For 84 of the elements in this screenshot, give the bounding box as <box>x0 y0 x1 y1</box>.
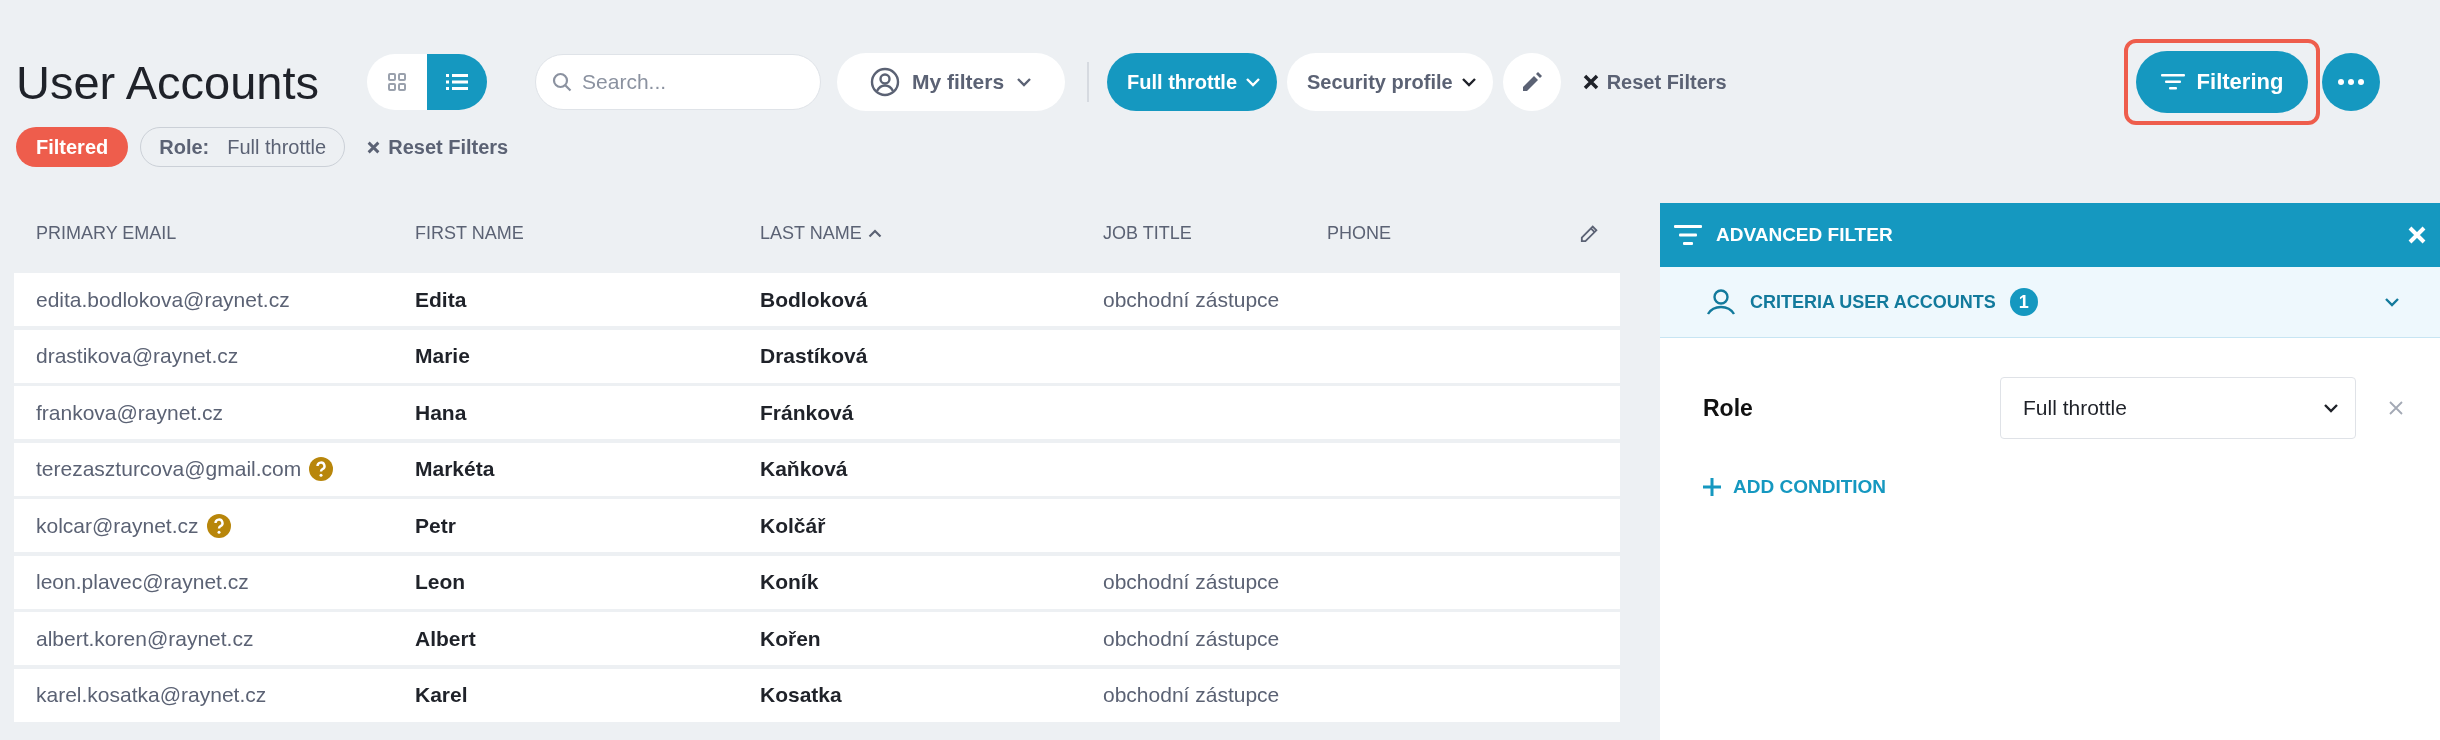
email-text: edita.bodlokova@raynet.cz <box>36 287 290 312</box>
column-header[interactable]: PRIMARY EMAIL <box>14 222 393 244</box>
last-name-text: Kolčář <box>760 513 826 538</box>
more-button[interactable] <box>2322 53 2380 111</box>
job-title-text: obchodní zástupce <box>1103 287 1280 312</box>
last-name-text: Bodloková <box>760 287 868 312</box>
table-row[interactable]: kolcar@raynet.cz Petr Kolčář <box>14 499 1620 552</box>
first-name-text: Edita <box>415 287 467 312</box>
filtered-badge: Filtered <box>16 127 129 167</box>
table-row[interactable]: frankova@raynet.cz Hana Fránková <box>14 386 1620 439</box>
email-text: drastikova@raynet.cz <box>36 344 239 368</box>
more-icon <box>2338 79 2364 85</box>
first-name-text: Hana <box>415 400 467 425</box>
first-name-text: Petr <box>415 513 456 538</box>
caret-icon <box>1245 77 1261 87</box>
caret-icon <box>2323 403 2339 413</box>
table-row[interactable]: terezaszturcova@gmail.com Markéta Kaňková <box>14 442 1620 496</box>
plus-icon <box>1703 478 1721 496</box>
pencil-icon <box>1520 71 1543 93</box>
filtering-button[interactable]: Filtering <box>2136 51 2308 113</box>
table-row[interactable]: leon.plavec@raynet.cz Leon Koník obchodní zástupce <box>14 555 1620 609</box>
filter-icon <box>1674 224 1702 246</box>
email-text: karel.kosatka@raynet.cz <box>36 683 267 707</box>
search-icon <box>552 72 573 92</box>
close-icon[interactable] <box>2408 226 2426 244</box>
job-title-text: obchodní zástupce <box>1103 626 1280 651</box>
criteria-label: CRITERIA USER ACCOUNTS <box>1750 291 1996 313</box>
search-input[interactable]: Search... <box>580 69 805 95</box>
user-icon <box>1706 288 1736 316</box>
reset-filters-link[interactable]: Reset Filters <box>367 135 509 159</box>
sort-up-icon <box>867 228 882 238</box>
job-title-text: obchodní zástupce <box>1103 683 1280 707</box>
last-name-text: Kaňková <box>760 457 848 481</box>
count-badge: 1 <box>2009 288 2038 316</box>
table-row[interactable]: drastikova@raynet.cz Marie Drastíková <box>14 329 1620 383</box>
close-icon <box>367 140 381 154</box>
remove-icon[interactable] <box>2388 400 2404 416</box>
table-row[interactable]: edita.bodlokova@raynet.cz Edita Bodloková obchodní zástupce <box>14 273 1620 326</box>
email-text: frankova@raynet.cz <box>36 400 224 425</box>
view-toggle-button[interactable] <box>427 54 488 110</box>
panel-title: ADVANCED FILTER <box>1716 224 1894 246</box>
table-row[interactable]: karel.kosatka@raynet.cz Karel Kosatka obchodní zástupce <box>14 668 1620 722</box>
first-name-text: Marie <box>415 344 470 368</box>
email-text: kolcar@raynet.cz <box>36 513 199 538</box>
job-title-text: obchodní zástupce <box>1103 570 1280 594</box>
filter-chip[interactable]: Full throttle <box>1107 53 1277 111</box>
search-bar[interactable]: Search... <box>535 54 822 110</box>
page-title: User Accounts <box>16 54 320 110</box>
caret-icon <box>2384 297 2400 307</box>
condition-dropdown[interactable]: Full throttle <box>2000 377 2356 439</box>
condition-field: Role <box>1703 394 2000 422</box>
column-header[interactable]: LAST NAME <box>738 222 1081 244</box>
email-text: albert.koren@raynet.cz <box>36 626 254 651</box>
first-name-text: Karel <box>415 683 468 707</box>
filter-icon <box>2160 73 2185 91</box>
grid-icon <box>387 72 408 92</box>
view-toggle-button[interactable] <box>367 54 428 110</box>
caret-icon <box>1460 77 1477 87</box>
criteria-section[interactable]: CRITERIA USER ACCOUNTS 1 <box>1660 267 2440 338</box>
column-header[interactable]: PHONE <box>1305 222 1560 244</box>
my-filters-button[interactable]: My filters <box>837 53 1066 111</box>
first-name-text: Leon <box>415 570 466 594</box>
close-icon <box>1582 74 1599 90</box>
reset-filters-link[interactable]: Reset Filters <box>1582 70 1727 94</box>
last-name-text: Kořen <box>760 626 821 651</box>
last-name-text: Fránková <box>760 400 854 425</box>
filter-value: Full throttle <box>227 135 327 159</box>
column-header[interactable]: FIRST NAME <box>393 222 738 244</box>
filter-label: Role: <box>159 135 210 159</box>
last-name-text: Drastíková <box>760 344 868 368</box>
column-header[interactable]: JOB TITLE <box>1081 222 1305 244</box>
add-condition-button[interactable]: ADD CONDITION <box>1703 476 1887 498</box>
email-text: leon.plavec@raynet.cz <box>36 570 249 594</box>
filter-chip[interactable]: Security profile <box>1287 53 1493 111</box>
first-name-text: Markéta <box>415 457 495 481</box>
email-text: terezaszturcova@gmail.com <box>36 457 302 481</box>
first-name-text: Albert <box>415 626 476 651</box>
last-name-text: Kosatka <box>760 683 842 707</box>
table-row[interactable]: albert.koren@raynet.cz Albert Kořen obchodní zástupce <box>14 612 1620 665</box>
user-icon <box>869 67 900 97</box>
caret-icon <box>1016 77 1033 87</box>
list-icon <box>446 73 469 91</box>
pencil-icon[interactable] <box>1580 223 1600 243</box>
last-name-text: Koník <box>760 570 819 594</box>
